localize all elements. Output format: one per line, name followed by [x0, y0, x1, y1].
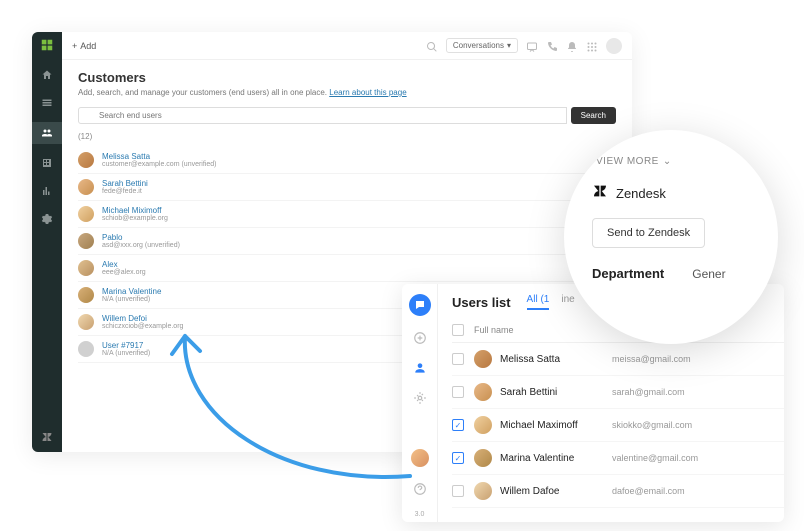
avatar [474, 383, 492, 401]
row-email: dafoe@email.com [612, 486, 685, 496]
row-name: Michael Maximoff [500, 420, 612, 431]
view-more-label: VIEW MORE [596, 156, 659, 167]
tab-all[interactable]: All (1 [527, 294, 550, 310]
row-name: Melissa Satta [500, 354, 612, 365]
table-row[interactable]: Melissa Sattameissa@gmail.com [452, 343, 784, 376]
user-email: fede@fede.it [102, 188, 603, 195]
user-name[interactable]: Pablo [102, 233, 603, 242]
sidebar-orgs[interactable] [38, 154, 56, 172]
user-name[interactable]: Melissa Satta [102, 152, 603, 161]
version-label: 3.0 [415, 511, 425, 518]
users-list-title: Users list [452, 295, 511, 310]
sidebar-views[interactable] [38, 94, 56, 112]
row-checkbox[interactable] [452, 353, 464, 365]
chevron-down-icon: ▾ [507, 41, 511, 50]
sidebar-reports[interactable] [38, 182, 56, 200]
user-row[interactable]: Michael Miximoffschiob@example.orgedit [78, 201, 616, 228]
avatar [78, 287, 94, 303]
sidebar [32, 32, 62, 452]
chat-icon[interactable] [526, 40, 538, 52]
avatar [78, 206, 94, 222]
apps-icon[interactable] [586, 40, 598, 52]
avatar [78, 179, 94, 195]
sidebar2-conversations[interactable] [412, 330, 428, 346]
avatar [78, 341, 94, 357]
table-row[interactable]: Marina Valentinevalentine@gmail.com [452, 442, 784, 475]
sidebar2-users[interactable] [412, 360, 428, 376]
table-row[interactable]: Michael Maximoffskiokko@gmail.com [452, 409, 784, 442]
user-email: customer@example.com (unverified) [102, 161, 603, 168]
avatar [78, 314, 94, 330]
select-all-checkbox[interactable] [452, 324, 464, 336]
help-icon[interactable] [412, 481, 428, 497]
avatar [78, 152, 94, 168]
bell-icon[interactable] [566, 40, 578, 52]
row-checkbox[interactable] [452, 386, 464, 398]
avatar [78, 260, 94, 276]
user-name[interactable]: Sarah Bettini [102, 179, 603, 188]
row-name: Marina Valentine [500, 453, 612, 464]
subtitle-text: Add, search, and manage your customers (… [78, 88, 329, 97]
search-input[interactable] [78, 107, 567, 124]
sidebar-home[interactable] [38, 66, 56, 84]
avatar [474, 449, 492, 467]
department-value: Gener [692, 267, 725, 281]
zendesk-detail-circle: VIEW MORE ⌄ Zendesk Send to Zendesk Depar… [564, 130, 778, 344]
avatar [78, 233, 94, 249]
row-name: Sarah Bettini [500, 387, 612, 398]
row-email: skiokko@gmail.com [612, 420, 692, 430]
avatar [474, 482, 492, 500]
column-full-name: Full name [474, 325, 612, 335]
phone-icon[interactable] [546, 40, 558, 52]
avatar [474, 350, 492, 368]
search-icon[interactable] [426, 40, 438, 52]
tab-online[interactable]: ine [561, 294, 574, 310]
profile-avatar[interactable] [606, 38, 622, 54]
send-to-zendesk-button[interactable]: Send to Zendesk [592, 218, 705, 248]
sidebar2: 3.0 [402, 284, 438, 522]
row-email: meissa@gmail.com [612, 354, 691, 364]
sidebar-customers[interactable] [32, 122, 62, 144]
row-email: sarah@gmail.com [612, 387, 685, 397]
table-row[interactable]: Sarah Bettinisarah@gmail.com [452, 376, 784, 409]
page-subtitle: Add, search, and manage your customers (… [78, 88, 616, 97]
conv-label: Conversations [453, 41, 504, 50]
chat-logo-icon [409, 294, 431, 316]
conversations-dropdown[interactable]: Conversations▾ [446, 38, 518, 53]
chevron-down-icon: ⌄ [663, 156, 672, 167]
user-email: eee@alex.org [102, 269, 603, 276]
page-title: Customers [78, 70, 616, 85]
avatar [474, 416, 492, 434]
department-label: Department [592, 266, 664, 281]
plus-icon: + [72, 41, 77, 51]
user-row[interactable]: Sarah Bettinifede@fede.itedit [78, 174, 616, 201]
user-name[interactable]: Alex [102, 260, 603, 269]
add-button[interactable]: +Add [72, 41, 96, 51]
zendesk-logo-icon [38, 428, 56, 446]
zendesk-icon [592, 183, 608, 204]
user-row[interactable]: Alexeee@alex.orgedit [78, 255, 616, 282]
row-checkbox[interactable] [452, 452, 464, 464]
learn-link[interactable]: Learn about this page [329, 88, 406, 97]
user-row[interactable]: Melissa Sattacustomer@example.com (unver… [78, 147, 616, 174]
row-checkbox[interactable] [452, 419, 464, 431]
user-row[interactable]: Pabloasd@xxx.org (unverified)edit [78, 228, 616, 255]
row-checkbox[interactable] [452, 485, 464, 497]
sidebar-settings[interactable] [38, 210, 56, 228]
add-label: Add [80, 41, 96, 51]
table-row[interactable]: Willem Dafoedafoe@email.com [452, 475, 784, 508]
user-name[interactable]: Michael Miximoff [102, 206, 603, 215]
zendesk-label: Zendesk [616, 186, 666, 201]
result-count: (12) [78, 132, 616, 141]
user-email: asd@xxx.org (unverified) [102, 242, 603, 249]
user-email: schiob@example.org [102, 215, 603, 222]
sidebar2-settings[interactable] [412, 390, 428, 406]
row-email: valentine@gmail.com [612, 453, 698, 463]
view-more-link[interactable]: VIEW MORE ⌄ [582, 156, 760, 167]
row-name: Willem Dafoe [500, 486, 612, 497]
topbar: +Add Conversations▾ [62, 32, 632, 60]
sidebar2-avatar[interactable] [411, 449, 429, 467]
search-button[interactable]: Search [571, 107, 616, 124]
app-logo-icon [40, 38, 54, 52]
